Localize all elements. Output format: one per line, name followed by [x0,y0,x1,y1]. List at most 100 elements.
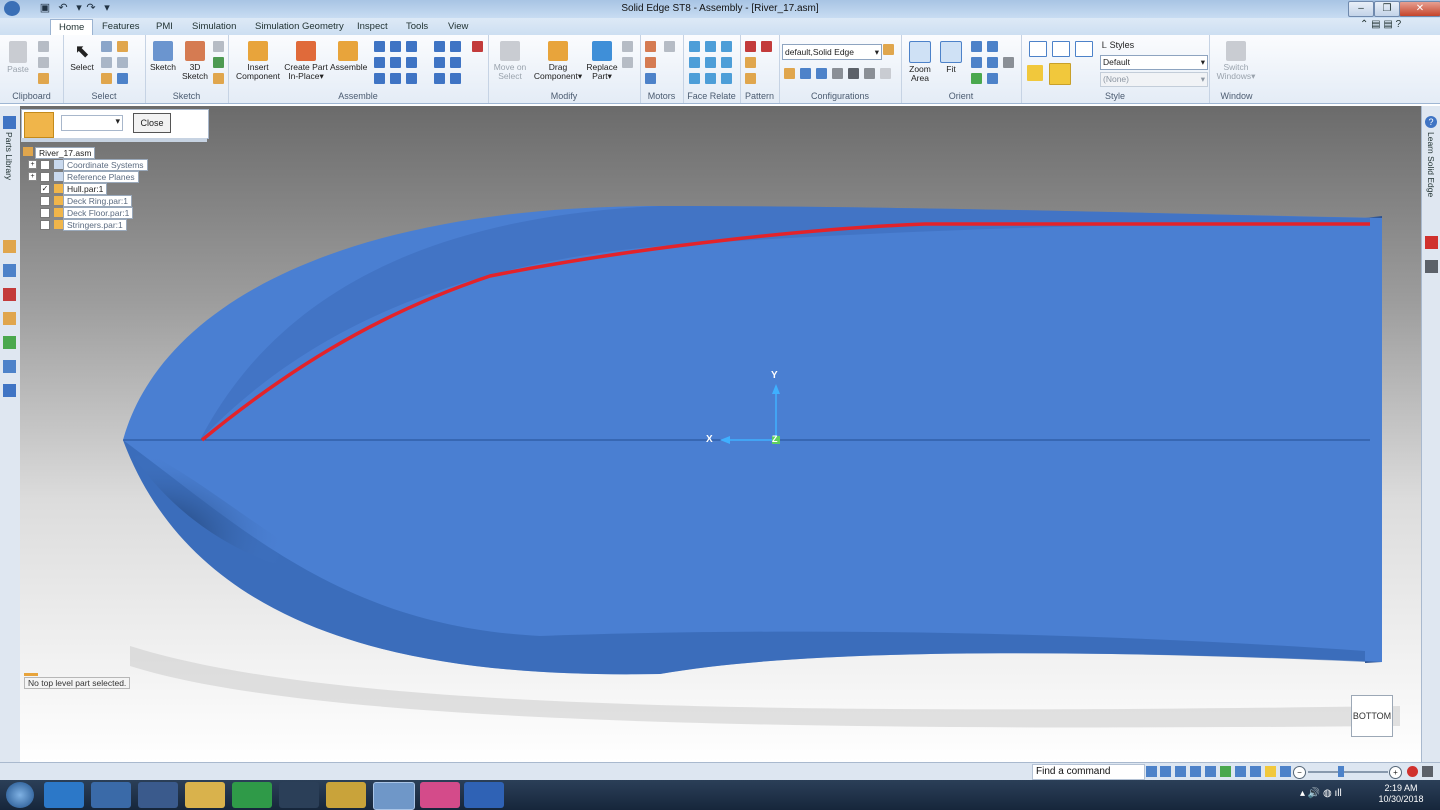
configuration-manager-icon[interactable] [883,44,894,55]
file-explorer-icon[interactable] [185,782,225,808]
stop-icon[interactable] [1407,766,1418,777]
minimize-button[interactable]: ‒ [1348,1,1374,17]
tree-root-item[interactable]: River_17.asm [35,147,96,159]
pathfinder-icon[interactable] [3,240,16,253]
center-plane-icon[interactable] [434,73,445,84]
tab-tools[interactable]: Tools [398,19,436,35]
tree-item-deck-floor[interactable]: Deck Floor.par:1 [63,207,134,219]
style-cmd-icon[interactable] [1280,766,1291,777]
sketch-option-icon-1[interactable] [213,41,224,52]
tree-item-stringers[interactable]: Stringers.par:1 [63,219,127,231]
family-of-parts-icon[interactable] [3,360,16,373]
linear-motor-icon[interactable] [645,57,656,68]
view-cmd-icon[interactable] [1250,766,1261,777]
face-relate-icon-8[interactable] [705,73,716,84]
tree-item-deck-ring[interactable]: Deck Ring.par:1 [63,195,132,207]
assemble-button[interactable]: Assemble [330,41,367,72]
start-button[interactable] [6,782,34,808]
axial-align-icon[interactable] [406,41,417,52]
sketch-option-icon-2[interactable] [213,57,224,68]
rotate-cmd-icon[interactable] [1235,766,1246,777]
duplicate-icon[interactable] [745,57,756,68]
relationship-panel-icon[interactable] [3,384,16,397]
zoom-out-icon[interactable]: − [1293,766,1306,779]
view-cube[interactable]: BOTTOM [1351,695,1393,737]
paste-button[interactable]: Paste [5,41,31,74]
app-icon-1[interactable] [138,782,178,808]
face-relate-icon-9[interactable] [721,73,732,84]
fit-cmd-icon[interactable] [1190,766,1201,777]
app-icon-2[interactable] [279,782,319,808]
mirror-icon[interactable] [761,41,772,52]
3d-viewport[interactable]: Y X Z [20,106,1421,762]
face-relate-icon-6[interactable] [721,57,732,68]
angle-icon[interactable] [406,57,417,68]
modify-option-icon-2[interactable] [622,57,633,68]
coordinate-systems-checkbox[interactable] [40,160,50,170]
insert-component-button[interactable]: Insert Component [232,41,284,81]
config-icon-7[interactable] [880,68,891,79]
motor-option-icon[interactable] [664,41,675,52]
tab-inspect[interactable]: Inspect [349,19,396,35]
select-filter-icon[interactable] [101,41,112,52]
sketch-button[interactable]: Sketch [148,41,178,72]
tab-simulation-geometry[interactable]: Simulation Geometry [247,19,352,35]
insert-relation-icon[interactable] [374,57,385,68]
internet-explorer-icon[interactable] [44,782,84,808]
parts-library-tab[interactable]: Parts Library [4,132,14,180]
rotate-icon[interactable] [971,57,982,68]
tree-item-hull[interactable]: Hull.par:1 [63,183,108,195]
style-secondary-dropdown[interactable]: (None) ▾ [1100,72,1208,87]
pathfinder-splitter[interactable] [21,138,207,142]
assembly-pathfinder-icon[interactable] [24,112,54,138]
help-icon[interactable]: ? [1425,116,1437,128]
shaded-icon[interactable] [1027,65,1043,81]
sketch-view-icon[interactable] [971,73,982,84]
shaded-cmd-icon[interactable] [1265,766,1276,777]
view-trimetric-icon[interactable] [1075,41,1093,57]
pan-icon[interactable] [987,41,998,52]
community-icon[interactable] [1425,260,1438,273]
face-relate-icon-5[interactable] [705,57,716,68]
tree-item-reference-planes[interactable]: Reference Planes [63,171,139,183]
box-select-icon[interactable] [101,57,112,68]
create-part-in-place-button[interactable]: Create Part In-Place▾ [283,41,329,81]
move-on-select-button[interactable]: Move on Select [490,41,530,81]
chrome-icon[interactable] [232,782,272,808]
gear-relation-icon[interactable] [374,73,385,84]
tray-icons[interactable]: ▴ 🔊 ◍ ıll [1300,788,1342,799]
style-dropdown[interactable]: Default ▾ [1100,55,1208,70]
select-tools-panel-icon[interactable] [3,312,16,325]
parts-library-icon[interactable] [3,116,16,129]
planar-align-icon[interactable] [390,41,401,52]
youtube-icon[interactable] [1425,236,1438,249]
app-icon-3[interactable] [464,782,504,808]
replace-part-button[interactable]: Replace Part▾ [584,41,620,81]
reference-planes-checkbox[interactable] [40,172,50,182]
tab-home[interactable]: Home [50,19,94,36]
ground-icon[interactable] [390,73,401,84]
config-icon-4[interactable] [832,68,843,79]
select-tools-icon[interactable] [117,41,128,52]
zoom-slider[interactable] [1308,771,1388,773]
solid-edge-taskbar-icon[interactable] [373,782,415,810]
tab-pmi[interactable]: PMI [148,19,181,35]
stringers-checkbox[interactable] [40,220,50,230]
config-icon-3[interactable] [816,68,827,79]
flash-fit-icon[interactable] [406,73,417,84]
lasso-select-icon[interactable] [117,57,128,68]
deck-floor-checkbox[interactable] [40,208,50,218]
switch-windows-button[interactable]: Switch Windows▾ [1213,41,1259,81]
hull-model[interactable] [20,106,1421,762]
fit-button[interactable]: Fit [937,41,965,74]
select-small-icon[interactable] [117,73,128,84]
layers-icon[interactable] [3,264,16,277]
zoom-in-icon[interactable]: + [1389,766,1402,779]
distance-icon[interactable] [450,41,461,52]
settings-cmd-icon[interactable] [1422,766,1433,777]
itunes-icon[interactable] [420,782,460,808]
sketch-view-cmd-icon[interactable] [1220,766,1231,777]
feature-library-icon[interactable] [3,336,16,349]
format-painter-icon[interactable] [38,73,49,84]
rigid-set-icon[interactable] [450,73,461,84]
